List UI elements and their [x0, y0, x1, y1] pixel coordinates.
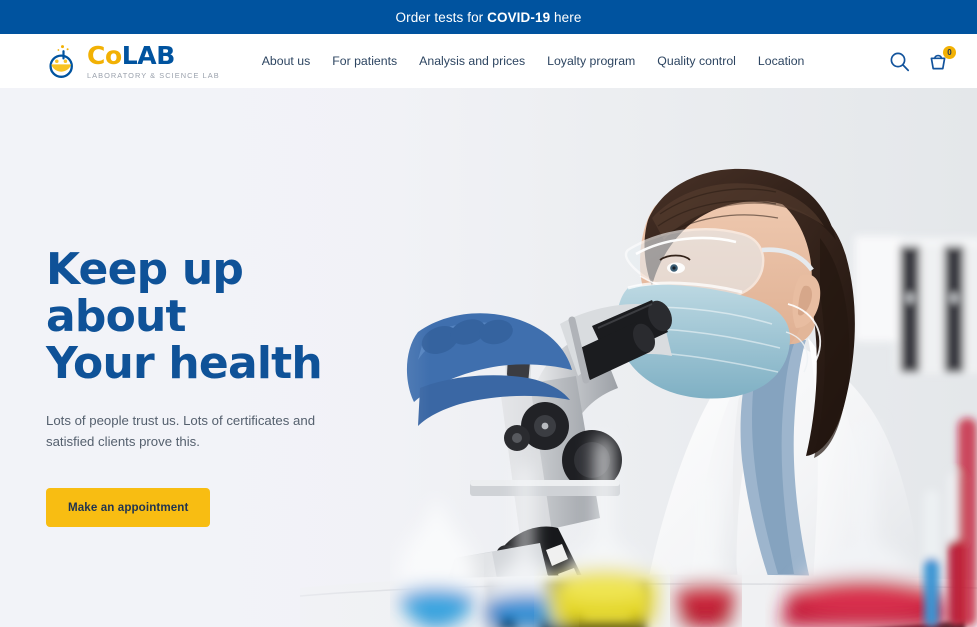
- announcement-suffix: here: [550, 9, 582, 25]
- make-an-appointment-button[interactable]: Make an appointment: [46, 488, 211, 528]
- nav-item-analysis-and-prices[interactable]: Analysis and prices: [419, 50, 525, 72]
- main-navigation: About us For patients Analysis and price…: [262, 50, 805, 72]
- announcement-text: Order tests for COVID-19 here: [396, 10, 582, 25]
- smiling-flask-logo-icon: [46, 43, 80, 79]
- page-root: Order tests for COVID-19 here CoLAB LABO…: [0, 0, 977, 627]
- hero-subtitle: Lots of people trust us. Lots of certifi…: [46, 413, 316, 449]
- announcement-prefix: Order tests for: [395, 9, 488, 25]
- logo[interactable]: CoLAB LABORATORY & SCIENCE LAB: [46, 43, 220, 79]
- logo-name: CoLAB: [87, 43, 220, 68]
- shopping-basket-icon[interactable]: 0: [927, 46, 956, 72]
- header-actions: 0: [889, 46, 956, 72]
- cart-count-badge: 0: [943, 46, 956, 59]
- hero-copy: Keep up about Your health Lots of people…: [46, 244, 376, 528]
- nav-item-about-us[interactable]: About us: [262, 50, 311, 72]
- logo-wordmark: CoLAB LABORATORY & SCIENCE LAB: [87, 43, 220, 79]
- search-icon[interactable]: [889, 51, 910, 72]
- nav-item-loyalty-program[interactable]: Loyalty program: [547, 50, 635, 72]
- hero-section: Keep up about Your health Lots of people…: [0, 88, 977, 627]
- nav-item-for-patients[interactable]: For patients: [332, 50, 397, 72]
- page-title: Keep up about Your health: [46, 244, 323, 390]
- announcement-bar[interactable]: Order tests for COVID-19 here: [0, 0, 977, 34]
- logo-tagline: LABORATORY & SCIENCE LAB: [87, 70, 220, 80]
- announcement-highlight: COVID-19: [487, 9, 551, 25]
- site-header: CoLAB LABORATORY & SCIENCE LAB About us …: [0, 34, 977, 88]
- logo-name-part-1: Co: [87, 40, 122, 70]
- nav-item-quality-control[interactable]: Quality control: [657, 50, 736, 72]
- nav-item-location[interactable]: Location: [758, 50, 805, 72]
- logo-name-part-2: LAB: [121, 40, 176, 70]
